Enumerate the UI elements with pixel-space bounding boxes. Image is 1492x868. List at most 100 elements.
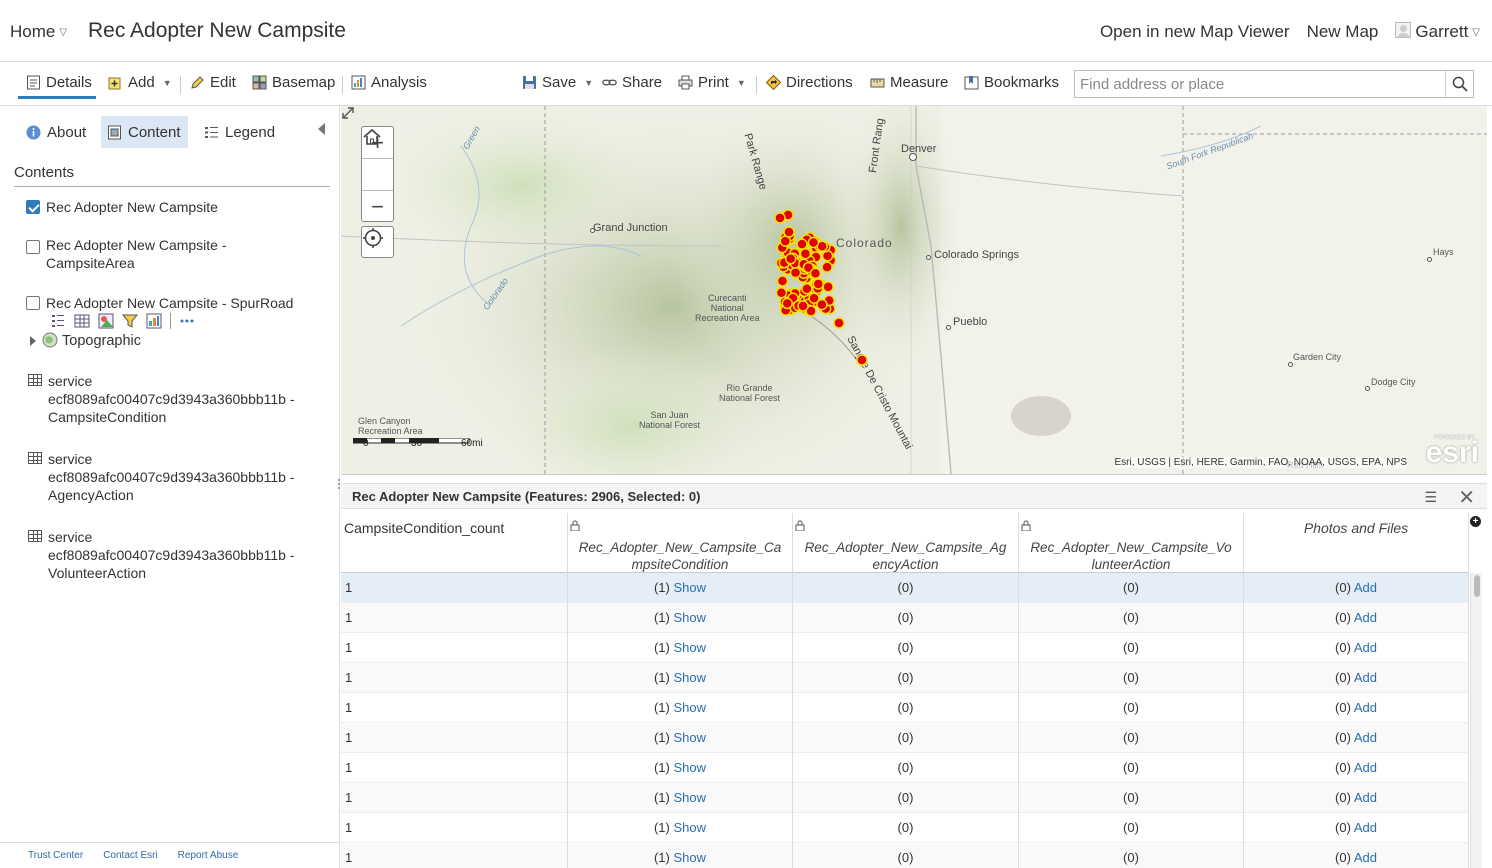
campsite-point[interactable] [775,286,788,299]
more-options-icon[interactable] [179,313,195,329]
campsite-point[interactable] [796,238,808,250]
search-input[interactable] [1075,71,1445,97]
new-map-link[interactable]: New Map [1307,22,1379,42]
campsite-point[interactable] [774,212,786,224]
add-attachment-link[interactable]: Add [1354,670,1377,685]
measure-button[interactable]: Measure [870,74,948,91]
show-related-link[interactable]: Show [673,700,706,715]
add-attachment-link[interactable]: Add [1354,730,1377,745]
campsite-point[interactable] [856,354,868,366]
add-attachment-link[interactable]: Add [1354,610,1377,625]
campsite-point[interactable] [808,292,820,304]
home-menu[interactable]: Home ▽ [10,22,67,42]
campsite-point[interactable] [822,281,834,293]
campsite-point[interactable] [784,253,797,265]
open-in-new-map-viewer-link[interactable]: Open in new Map Viewer [1100,22,1290,42]
layer-visibility-checkbox[interactable] [26,296,40,310]
filter-icon[interactable] [122,313,138,329]
show-related-link[interactable]: Show [673,760,706,775]
expand-basemap-button[interactable] [30,336,36,346]
layer-visibility-checkbox[interactable] [26,200,40,214]
show-related-link[interactable]: Show [673,790,706,805]
service-layer-campsite-condition[interactable]: service ecf8089afc00407c9d3943a360bbb11b… [48,372,295,426]
add-attachment-link[interactable]: Add [1354,580,1377,595]
tab-content[interactable]: Content [101,116,188,148]
analysis-button[interactable]: Analysis [351,74,427,91]
tab-legend[interactable]: Legend [198,116,281,148]
edit-button[interactable]: Edit [190,74,236,91]
add-attachment-link[interactable]: Add [1354,790,1377,805]
add-button[interactable]: Add ▼ [108,74,172,91]
table-row[interactable]: 1 (1) Show (0) (0) (0) Add [341,753,1469,783]
user-menu[interactable]: Garrett ▽ [1395,22,1480,42]
table-row[interactable]: 1 (1) Show (0) (0) (0) Add [341,603,1469,633]
campsite-point[interactable] [797,300,809,312]
add-attachment-link[interactable]: Add [1354,850,1377,865]
table-options-menu-icon[interactable]: ☰ [1424,489,1437,506]
column-header-photos-and-files[interactable]: Photos and Files [1244,513,1469,573]
show-related-link[interactable]: Show [673,610,706,625]
change-style-icon[interactable] [98,313,114,329]
table-row[interactable]: 1 (1) Show (0) (0) (0) Add [341,843,1469,868]
campsite-points-layer[interactable] [341,106,1487,474]
map-view[interactable]: Denver Grand Junction Colorado Colorado … [341,106,1487,474]
campsite-point[interactable] [776,275,789,287]
analysis-icon[interactable] [146,313,162,329]
scrollbar-thumb[interactable] [1474,575,1480,597]
campsite-point[interactable] [807,236,820,249]
campsite-point[interactable] [781,297,794,310]
campsite-point[interactable] [801,282,813,295]
legend-toggle-icon[interactable] [50,313,66,329]
campsite-point[interactable] [799,247,812,260]
campsite-point[interactable] [789,266,802,279]
locate-button[interactable] [361,226,394,258]
layer-name[interactable]: Rec Adopter New Campsite - SpurRoad [46,294,336,312]
expand-map-icon[interactable] [341,106,355,120]
column-header-campsite-condition[interactable]: Rec_Adopter_New_Campsite_Ca mpsiteCondit… [568,513,793,573]
bookmarks-button[interactable]: Bookmarks [964,74,1059,91]
basemap-button[interactable]: Basemap [252,74,335,91]
table-scrollbar[interactable] [1470,573,1482,868]
directions-button[interactable]: Directions [766,74,853,91]
table-row[interactable]: 1 (1) Show (0) (0) (0) Add [341,723,1469,753]
tab-about[interactable]: About [20,116,92,148]
table-row[interactable]: 1 (1) Show (0) (0) (0) Add [341,813,1469,843]
column-header-campsite-condition-count[interactable]: CampsiteCondition_count [341,513,568,573]
campsite-point[interactable] [809,267,822,280]
show-related-link[interactable]: Show [673,580,706,595]
layer-visibility-checkbox[interactable] [26,240,40,254]
contact-esri-link[interactable]: Contact Esri [103,850,157,861]
attribute-table-icon[interactable] [74,313,90,329]
details-button[interactable]: Details [26,74,92,91]
table-row[interactable]: 1 (1) Show (0) (0) (0) Add [341,573,1469,603]
campsite-point[interactable] [821,261,833,273]
save-button[interactable]: Save ▼ [522,74,593,91]
campsite-point[interactable] [783,226,795,238]
show-related-link[interactable]: Show [673,850,706,865]
show-related-link[interactable]: Show [673,670,706,685]
campsite-point[interactable] [833,317,845,329]
service-layer-agency-action[interactable]: service ecf8089afc00407c9d3943a360bbb11b… [48,450,295,504]
print-button[interactable]: Print ▼ [678,74,746,91]
add-attachment-link[interactable]: Add [1354,640,1377,655]
service-layer-volunteer-action[interactable]: service ecf8089afc00407c9d3943a360bbb11b… [48,528,295,582]
campsite-point[interactable] [812,278,825,290]
layer-name[interactable]: Rec Adopter New Campsite [46,198,336,216]
column-header-agency-action[interactable]: Rec_Adopter_New_Campsite_Ag encyAction [793,513,1019,573]
table-row[interactable]: 1 (1) Show (0) (0) (0) Add [341,633,1469,663]
table-row[interactable]: 1 (1) Show (0) (0) (0) Add [341,693,1469,723]
show-related-link[interactable]: Show [673,730,706,745]
add-column-button[interactable]: + [1470,516,1481,527]
zoom-out-button[interactable]: − [362,191,393,223]
add-attachment-link[interactable]: Add [1354,820,1377,835]
layer-name[interactable]: Rec Adopter New Campsite - CampsiteArea [46,236,246,272]
column-header-volunteer-action[interactable]: Rec_Adopter_New_Campsite_Vo lunteerActio… [1019,513,1244,573]
add-attachment-link[interactable]: Add [1354,760,1377,775]
table-row[interactable]: 1 (1) Show (0) (0) (0) Add [341,783,1469,813]
trust-center-link[interactable]: Trust Center [28,850,83,861]
show-related-link[interactable]: Show [673,640,706,655]
add-attachment-link[interactable]: Add [1354,700,1377,715]
table-row[interactable]: 1 (1) Show (0) (0) (0) Add [341,663,1469,693]
report-abuse-link[interactable]: Report Abuse [178,850,239,861]
search-button[interactable] [1445,71,1473,97]
